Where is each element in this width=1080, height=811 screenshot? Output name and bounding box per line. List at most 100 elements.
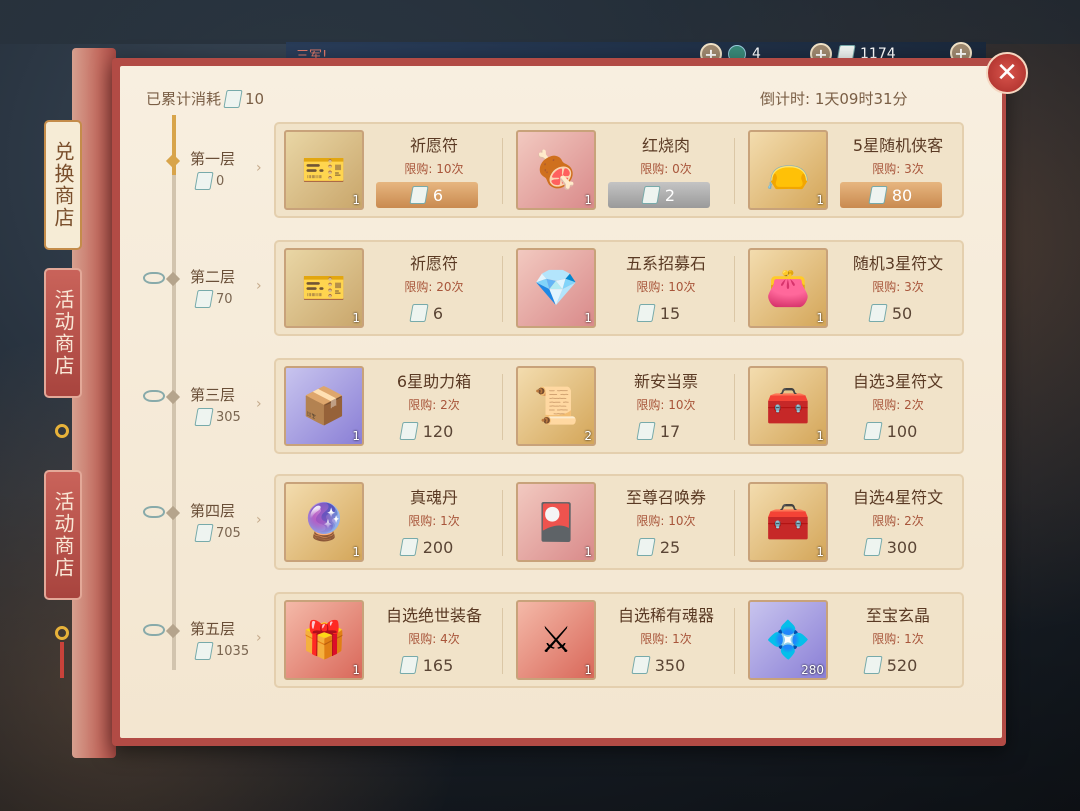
shop-item[interactable]: 👝 1 5星随机侠客 限购: 3次 80: [740, 130, 960, 212]
item-price: 6: [432, 303, 444, 323]
tier-label: 第四层: [190, 502, 236, 520]
buy-button[interactable]: 6: [376, 182, 478, 208]
item-divider: [734, 490, 735, 556]
tier-row: 📦 1 6星助力箱 限购: 2次 120 📜 2 新安当票 限购: 10次 17 🧰 1 自选3星符文限…: [274, 358, 964, 454]
shop-item[interactable]: 🎁 1 自选绝世装备限购: 4次 165: [276, 600, 496, 682]
item-limit: 限购: 3次: [872, 162, 924, 176]
item-name: 红烧肉: [641, 136, 690, 155]
preview-eye-icon[interactable]: [143, 624, 165, 636]
ticket-icon: [194, 290, 214, 308]
item-divider: [734, 374, 735, 440]
buy-button[interactable]: 2: [608, 182, 710, 208]
ticket-icon: [863, 538, 883, 556]
preview-eye-icon[interactable]: [143, 390, 165, 402]
shop-item[interactable]: 🔮 1 真魂丹 限购: 1次 200: [276, 482, 496, 564]
item-price: 50: [891, 303, 913, 323]
tier-cost-value: 705: [216, 525, 241, 541]
rune-bag-icon: 👛 1: [748, 248, 828, 328]
talisman-icon: 🎫 1: [284, 248, 364, 328]
item-quantity: 1: [816, 545, 824, 559]
tab-exchange-shop[interactable]: 兑换商店: [44, 120, 82, 250]
item-name: 自选稀有魂器: [617, 606, 714, 625]
item-price: 120: [422, 421, 454, 441]
item-price: 200: [422, 537, 454, 557]
assist-box-icon: 📦 1: [284, 366, 364, 446]
shop-item[interactable]: 🎴 1 至尊召唤券 限购: 10次 25: [508, 482, 728, 564]
shop-item[interactable]: ⚔ 1 自选稀有魂器 限购: 1次 350: [508, 600, 728, 682]
buy-button[interactable]: 165: [376, 652, 478, 678]
item-limit: 限购: 10次: [636, 514, 696, 528]
item-name: 6星助力箱: [396, 372, 472, 391]
item-name: 五系招募石: [625, 254, 706, 273]
ticket-icon: [194, 172, 214, 190]
buy-button[interactable]: 300: [840, 534, 942, 560]
item-name: 5星随机侠客: [852, 136, 944, 155]
item-name: 真魂丹: [409, 488, 458, 507]
top-bar: [0, 0, 1080, 44]
consumed-value: 10: [245, 89, 265, 108]
item-quantity: 1: [584, 193, 592, 207]
tab-event-shop-1[interactable]: 活动商店: [44, 268, 82, 398]
buy-button[interactable]: 25: [608, 534, 710, 560]
item-name: 新安当票: [633, 372, 698, 391]
tier-cost: 705: [194, 524, 241, 542]
item-limit: 限购: 4次: [408, 632, 460, 646]
buy-button[interactable]: 17: [608, 418, 710, 444]
ticket-icon: [641, 186, 661, 204]
item-name: 自选绝世装备: [385, 606, 482, 625]
shop-item[interactable]: 📦 1 6星助力箱 限购: 2次 120: [276, 366, 496, 448]
item-limit: 限购: 20次: [404, 280, 464, 294]
item-limit: 限购: 10次: [636, 280, 696, 294]
tier-row: 🎁 1 自选绝世装备限购: 4次 165 ⚔ 1 自选稀有魂器 限购: 1次 350 💠 280 至宝…: [274, 592, 964, 688]
tab-event-shop-2[interactable]: 活动商店: [44, 470, 82, 600]
item-quantity: 280: [801, 663, 824, 677]
buy-button[interactable]: 80: [840, 182, 942, 208]
preview-eye-icon[interactable]: [143, 272, 165, 284]
buy-button[interactable]: 120: [376, 418, 478, 444]
tier-row: 🔮 1 真魂丹 限购: 1次 200 🎴 1 至尊召唤券 限购: 10次 25 🧰 1 自选4星符文 限购…: [274, 474, 964, 570]
shop-item[interactable]: 🎫 1 祈愿符限购: 20次 6: [276, 248, 496, 330]
item-quantity: 1: [584, 545, 592, 559]
ticket-icon: [409, 304, 429, 322]
buy-button[interactable]: 6: [376, 300, 478, 326]
buy-button[interactable]: 50: [840, 300, 942, 326]
shop-item[interactable]: 💎 1 五系招募石 限购: 10次 15: [508, 248, 728, 330]
item-limit: 限购: 3次: [872, 280, 924, 294]
buy-button[interactable]: 100: [840, 418, 942, 444]
buy-button[interactable]: 350: [608, 652, 710, 678]
rune-chest-icon: 🧰 1: [748, 366, 828, 446]
item-divider: [734, 608, 735, 674]
chevron-right-icon: ›: [256, 396, 262, 412]
item-price: 6: [432, 185, 444, 205]
shop-item[interactable]: 🍖 1 红烧肉 限购: 0次 2: [508, 130, 728, 212]
treasure-chest-icon: 🎁 1: [284, 600, 364, 680]
tab-ring-icon: [55, 626, 69, 640]
shop-item[interactable]: 🎫 1 祈愿符 限购: 10次 6: [276, 130, 496, 212]
tassel-decoration: [60, 642, 64, 678]
countdown-timer: 倒计时: 1天09时31分: [760, 90, 908, 108]
buy-button[interactable]: 200: [376, 534, 478, 560]
item-quantity: 1: [816, 193, 824, 207]
ticket-icon: [194, 524, 214, 542]
tier-cost: 1035: [194, 642, 249, 660]
shop-item[interactable]: 🧰 1 自选3星符文 限购: 2次 100: [740, 366, 960, 448]
chevron-right-icon: ›: [256, 630, 262, 646]
chevron-right-icon: ›: [256, 512, 262, 528]
preview-eye-icon[interactable]: [143, 506, 165, 518]
ticket-icon: [409, 186, 429, 204]
item-name: 祈愿符: [409, 254, 458, 273]
item-divider: [502, 138, 503, 204]
tier-cost: 0: [194, 172, 224, 190]
shop-item[interactable]: 💠 280 至宝玄晶 限购: 1次 520: [740, 600, 960, 682]
tab-ring-icon: [55, 424, 69, 438]
close-button[interactable]: ✕: [986, 52, 1028, 94]
item-quantity: 1: [352, 193, 360, 207]
item-limit: 限购: 10次: [404, 162, 464, 176]
buy-button[interactable]: 520: [840, 652, 942, 678]
tier-label: 第五层: [190, 620, 236, 638]
buy-button[interactable]: 15: [608, 300, 710, 326]
shop-item[interactable]: 📜 2 新安当票 限购: 10次 17: [508, 366, 728, 448]
shop-item[interactable]: 👛 1 随机3星符文 限购: 3次 50: [740, 248, 960, 330]
summon-ticket-icon: 🎴 1: [516, 482, 596, 562]
shop-item[interactable]: 🧰 1 自选4星符文 限购: 2次 300: [740, 482, 960, 564]
